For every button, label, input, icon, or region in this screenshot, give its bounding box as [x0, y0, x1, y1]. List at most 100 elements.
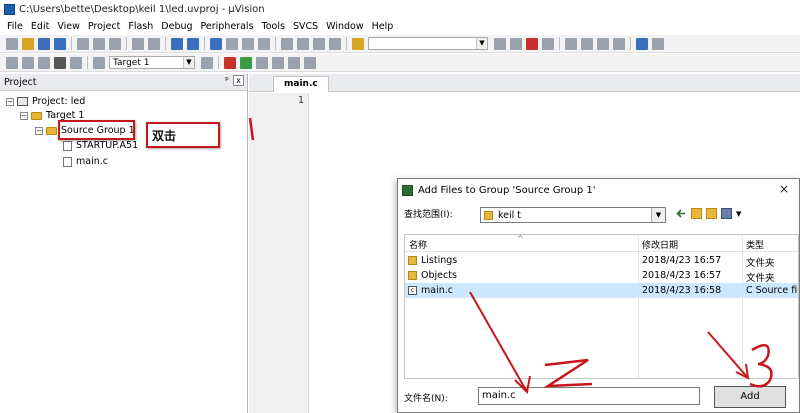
batch-build-icon[interactable] [54, 56, 66, 69]
tree-node-startup-file[interactable]: STARTUP.A51 [63, 140, 138, 151]
bookmark-prev-icon[interactable] [226, 37, 238, 50]
menu-file[interactable]: File [4, 21, 28, 32]
paste-icon[interactable] [109, 37, 121, 50]
menu-help[interactable]: Help [369, 21, 399, 32]
menu-svcs[interactable]: SVCS [290, 21, 323, 32]
close-icon[interactable]: × [779, 182, 789, 196]
pin-icon[interactable]: ᵖ [225, 76, 229, 86]
toolbar-separator [559, 37, 560, 50]
collapse-icon[interactable]: − [6, 97, 14, 106]
manage-project-items-icon[interactable] [224, 56, 236, 69]
view-menu-icon[interactable] [721, 208, 732, 219]
find-combobox[interactable]: ▼ [368, 37, 488, 50]
toolbar-separator [275, 37, 276, 50]
debug-session-icon[interactable] [526, 37, 538, 50]
chevron-down-icon[interactable]: ▼ [476, 38, 487, 49]
disable-all-breakpoints-icon[interactable] [613, 37, 625, 50]
column-type[interactable]: 类型 [746, 238, 764, 251]
file-name: Listings [421, 255, 458, 266]
tab-main-c[interactable]: main.c [273, 76, 329, 92]
cut-icon[interactable] [77, 37, 89, 50]
disable-breakpoint-icon[interactable] [581, 37, 593, 50]
find-in-files-icon[interactable] [352, 37, 364, 50]
menu-peripherals[interactable]: Peripherals [198, 21, 259, 32]
annotation-double-click-label: 双击 [152, 129, 177, 143]
look-in-label-text: 查找范围(I): [404, 210, 453, 220]
copy-icon[interactable] [93, 37, 105, 50]
undo-icon[interactable] [132, 37, 144, 50]
kill-breakpoints-icon[interactable] [597, 37, 609, 50]
software-packs-icon[interactable] [304, 56, 316, 69]
column-name[interactable]: 名称 [409, 238, 427, 251]
target-options-icon[interactable] [201, 56, 213, 69]
close-icon[interactable]: x [233, 75, 244, 86]
look-in-select[interactable]: keil t ▼ [480, 207, 666, 223]
download-icon[interactable] [93, 56, 105, 69]
breakpoint-icon[interactable] [565, 37, 577, 50]
collapse-icon[interactable]: − [20, 111, 28, 120]
navigate-back-icon[interactable] [171, 37, 183, 50]
build-toolbar: Target 1 ▼ [0, 54, 800, 72]
collapse-icon[interactable]: − [35, 126, 43, 135]
configure-icon[interactable] [652, 37, 664, 50]
stop-build-icon[interactable] [70, 56, 82, 69]
back-arrow-icon[interactable] [676, 208, 687, 219]
file-name: Objects [421, 270, 457, 281]
menu-window[interactable]: Window [323, 21, 368, 32]
window-title: C:\Users\bette\Desktop\keil 1\led.uvproj… [19, 3, 265, 15]
add-files-dialog: Add Files to Group 'Source Group 1' × 查找… [397, 178, 800, 413]
bookmark-icon[interactable] [210, 37, 222, 50]
tree-node-main-c[interactable]: main.c [63, 156, 108, 167]
new-folder-icon[interactable] [706, 208, 717, 219]
menu-flash[interactable]: Flash [125, 21, 158, 32]
file-type: 文件夹 [746, 273, 775, 284]
file-row-objects[interactable]: Objects 2018/4/23 16:57 文件夹 [405, 268, 798, 284]
menu-edit[interactable]: Edit [28, 21, 54, 32]
file-row-main-c[interactable]: c main.c 2018/4/23 16:58 C Source fi [405, 283, 798, 298]
comment-icon[interactable] [313, 37, 325, 50]
uncomment-icon[interactable] [329, 37, 341, 50]
run-time-environment-icon[interactable] [288, 56, 300, 69]
navigate-forward-icon[interactable] [187, 37, 199, 50]
file-date: 2018/4/23 16:58 [642, 285, 722, 296]
find-icon[interactable] [494, 37, 506, 50]
open-file-icon[interactable] [22, 37, 34, 50]
rebuild-icon[interactable] [38, 56, 50, 69]
build-icon[interactable] [22, 56, 34, 69]
chevron-down-icon[interactable]: ▼ [736, 210, 741, 218]
editor-tab-bar: main.c [249, 74, 800, 92]
new-file-icon[interactable] [6, 37, 18, 50]
dialog-title: Add Files to Group 'Source Group 1' [418, 184, 596, 196]
incremental-find-icon[interactable] [510, 37, 522, 50]
translate-icon[interactable] [6, 56, 18, 69]
insert-breakpoint-icon[interactable] [542, 37, 554, 50]
unindent-icon[interactable] [297, 37, 309, 50]
tree-node-project[interactable]: − Project: led [6, 96, 85, 107]
window-layout-icon[interactable] [636, 37, 648, 50]
redo-icon[interactable] [148, 37, 160, 50]
column-date[interactable]: 修改日期 [642, 238, 678, 251]
target-select[interactable]: Target 1 ▼ [109, 56, 195, 69]
chevron-down-icon[interactable]: ▼ [651, 208, 665, 222]
file-date: 2018/4/23 16:57 [642, 255, 722, 266]
pack-installer-icon[interactable] [272, 56, 284, 69]
menu-view[interactable]: View [54, 21, 85, 32]
manage-components-icon[interactable] [240, 56, 252, 69]
bookmark-next-icon[interactable] [242, 37, 254, 50]
save-icon[interactable] [38, 37, 50, 50]
indent-icon[interactable] [281, 37, 293, 50]
bookmark-clear-icon[interactable] [258, 37, 270, 50]
menu-project[interactable]: Project [85, 21, 126, 32]
menu-debug[interactable]: Debug [158, 21, 197, 32]
save-all-icon[interactable] [54, 37, 66, 50]
add-button[interactable]: Add [714, 386, 786, 408]
dialog-nav-icons: ▼ [676, 208, 741, 219]
select-packs-icon[interactable] [256, 56, 268, 69]
up-folder-icon[interactable] [691, 208, 702, 219]
toolbar-separator [87, 56, 88, 69]
chevron-down-icon[interactable]: ▼ [183, 57, 194, 68]
menu-tools[interactable]: Tools [259, 21, 290, 32]
tree-label-project: Project: led [32, 96, 86, 107]
file-row-listings[interactable]: Listings 2018/4/23 16:57 文件夹 [405, 253, 798, 269]
filename-input[interactable]: main.c [478, 387, 700, 405]
